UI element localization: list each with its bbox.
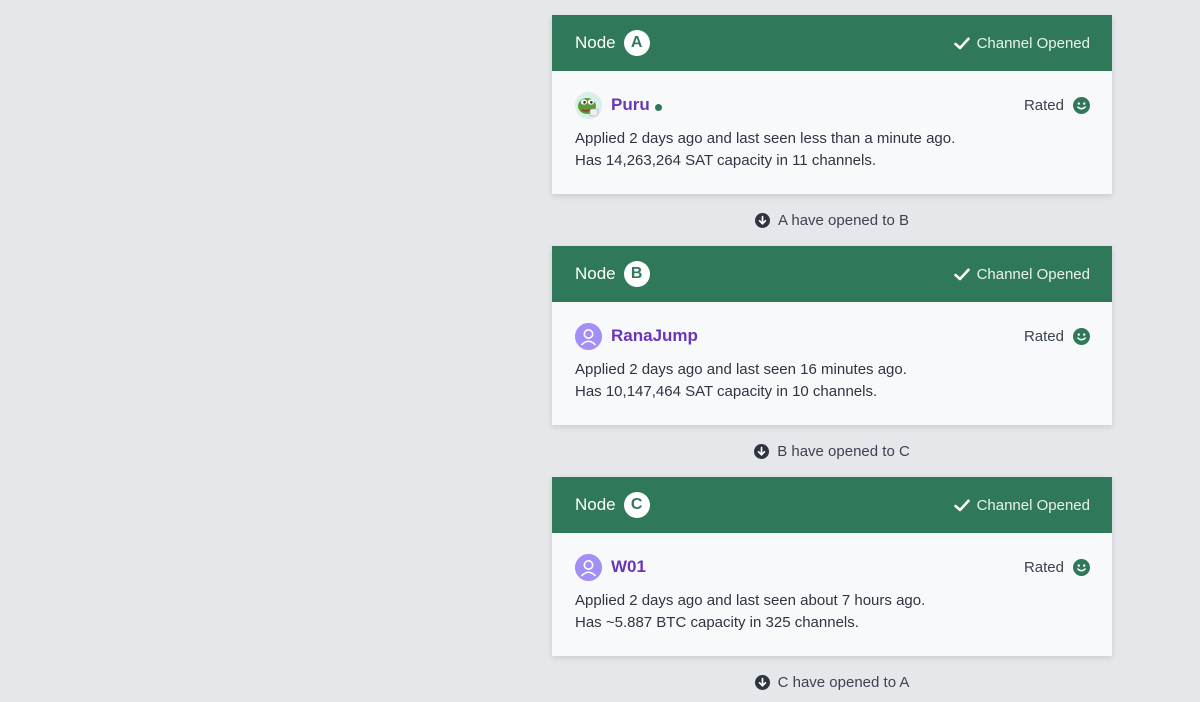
node-info: Applied 2 days ago and last seen about 7…	[575, 590, 1090, 634]
connector-label: A have opened to B	[778, 211, 909, 229]
connector-label: C have opened to A	[777, 673, 910, 691]
smile-icon	[1073, 327, 1090, 345]
node-card-body: Puru Rated Applied 2 days ago and last s…	[552, 71, 1112, 194]
rated-indicator: Rated	[1023, 558, 1090, 576]
node-letter-badge: C	[623, 492, 650, 518]
node-user[interactable]: RanaJump	[575, 322, 698, 350]
capacity-line: Has 10,147,464 SAT capacity in 10 channe…	[575, 383, 878, 400]
username-link[interactable]: RanaJump	[611, 326, 698, 346]
connector-label: B have opened to C	[777, 442, 910, 460]
arrow-down-circle-icon	[754, 674, 770, 690]
node-info: Applied 2 days ago and last seen less th…	[575, 128, 1090, 172]
username-link[interactable]: W01	[611, 557, 646, 577]
rated-label: Rated	[1023, 327, 1064, 345]
arrow-down-circle-icon	[755, 212, 771, 228]
capacity-line: Has 14,263,264 SAT capacity in 11 channe…	[575, 152, 877, 169]
node-info: Applied 2 days ago and last seen 16 minu…	[575, 359, 1090, 403]
node-card-header: Node B Channel Opened	[552, 246, 1112, 302]
channel-status-label: Channel Opened	[976, 34, 1090, 52]
node-title: Node B	[575, 261, 650, 287]
node-label: Node	[575, 33, 616, 52]
online-indicator	[654, 103, 662, 111]
smile-icon	[1073, 558, 1090, 576]
node-card-b: Node B Channel Opened RanaJump Rated App…	[552, 246, 1112, 425]
arrow-down-circle-icon	[754, 443, 770, 459]
node-label: Node	[575, 264, 616, 283]
node-card-a: Node A Channel Opened Puru Rated Applied…	[552, 15, 1112, 194]
channel-status-label: Channel Opened	[976, 265, 1090, 283]
channel-status: Channel Opened	[953, 34, 1090, 52]
capacity-line: Has ~5.887 BTC capacity in 325 channels.	[575, 614, 859, 631]
channel-connector-bc: B have opened to C	[552, 425, 1112, 477]
default-user-avatar[interactable]	[575, 553, 602, 581]
channel-ring: Node A Channel Opened Puru Rated Applied…	[552, 15, 1112, 702]
pepe-avatar[interactable]	[575, 91, 602, 119]
node-title: Node A	[575, 30, 650, 56]
rated-indicator: Rated	[1023, 327, 1090, 345]
applied-line: Applied 2 days ago and last seen 16 minu…	[575, 361, 907, 378]
check-icon	[953, 499, 970, 511]
node-label: Node	[575, 495, 616, 514]
node-letter-badge: A	[623, 30, 650, 56]
node-user[interactable]: Puru	[575, 91, 662, 119]
node-card-body: W01 Rated Applied 2 days ago and last se…	[552, 533, 1112, 656]
node-card-header: Node A Channel Opened	[552, 15, 1112, 71]
node-card-c: Node C Channel Opened W01 Rated Applied …	[552, 477, 1112, 656]
applied-line: Applied 2 days ago and last seen about 7…	[575, 592, 926, 609]
check-icon	[953, 37, 970, 49]
channel-connector-ca: C have opened to A	[552, 656, 1112, 702]
rated-label: Rated	[1023, 96, 1064, 114]
rated-indicator: Rated	[1023, 96, 1090, 114]
node-letter-badge: B	[623, 261, 650, 287]
channel-status: Channel Opened	[953, 265, 1090, 283]
channel-connector-ab: A have opened to B	[552, 194, 1112, 246]
channel-status-label: Channel Opened	[976, 496, 1090, 514]
username-link[interactable]: Puru	[611, 95, 650, 115]
node-user[interactable]: W01	[575, 553, 646, 581]
node-card-header: Node C Channel Opened	[552, 477, 1112, 533]
node-title: Node C	[575, 492, 650, 518]
rated-label: Rated	[1023, 558, 1064, 576]
smile-icon	[1073, 96, 1090, 114]
applied-line: Applied 2 days ago and last seen less th…	[575, 130, 956, 147]
channel-status: Channel Opened	[953, 496, 1090, 514]
node-card-body: RanaJump Rated Applied 2 days ago and la…	[552, 302, 1112, 425]
default-user-avatar[interactable]	[575, 322, 602, 350]
check-icon	[953, 268, 970, 280]
